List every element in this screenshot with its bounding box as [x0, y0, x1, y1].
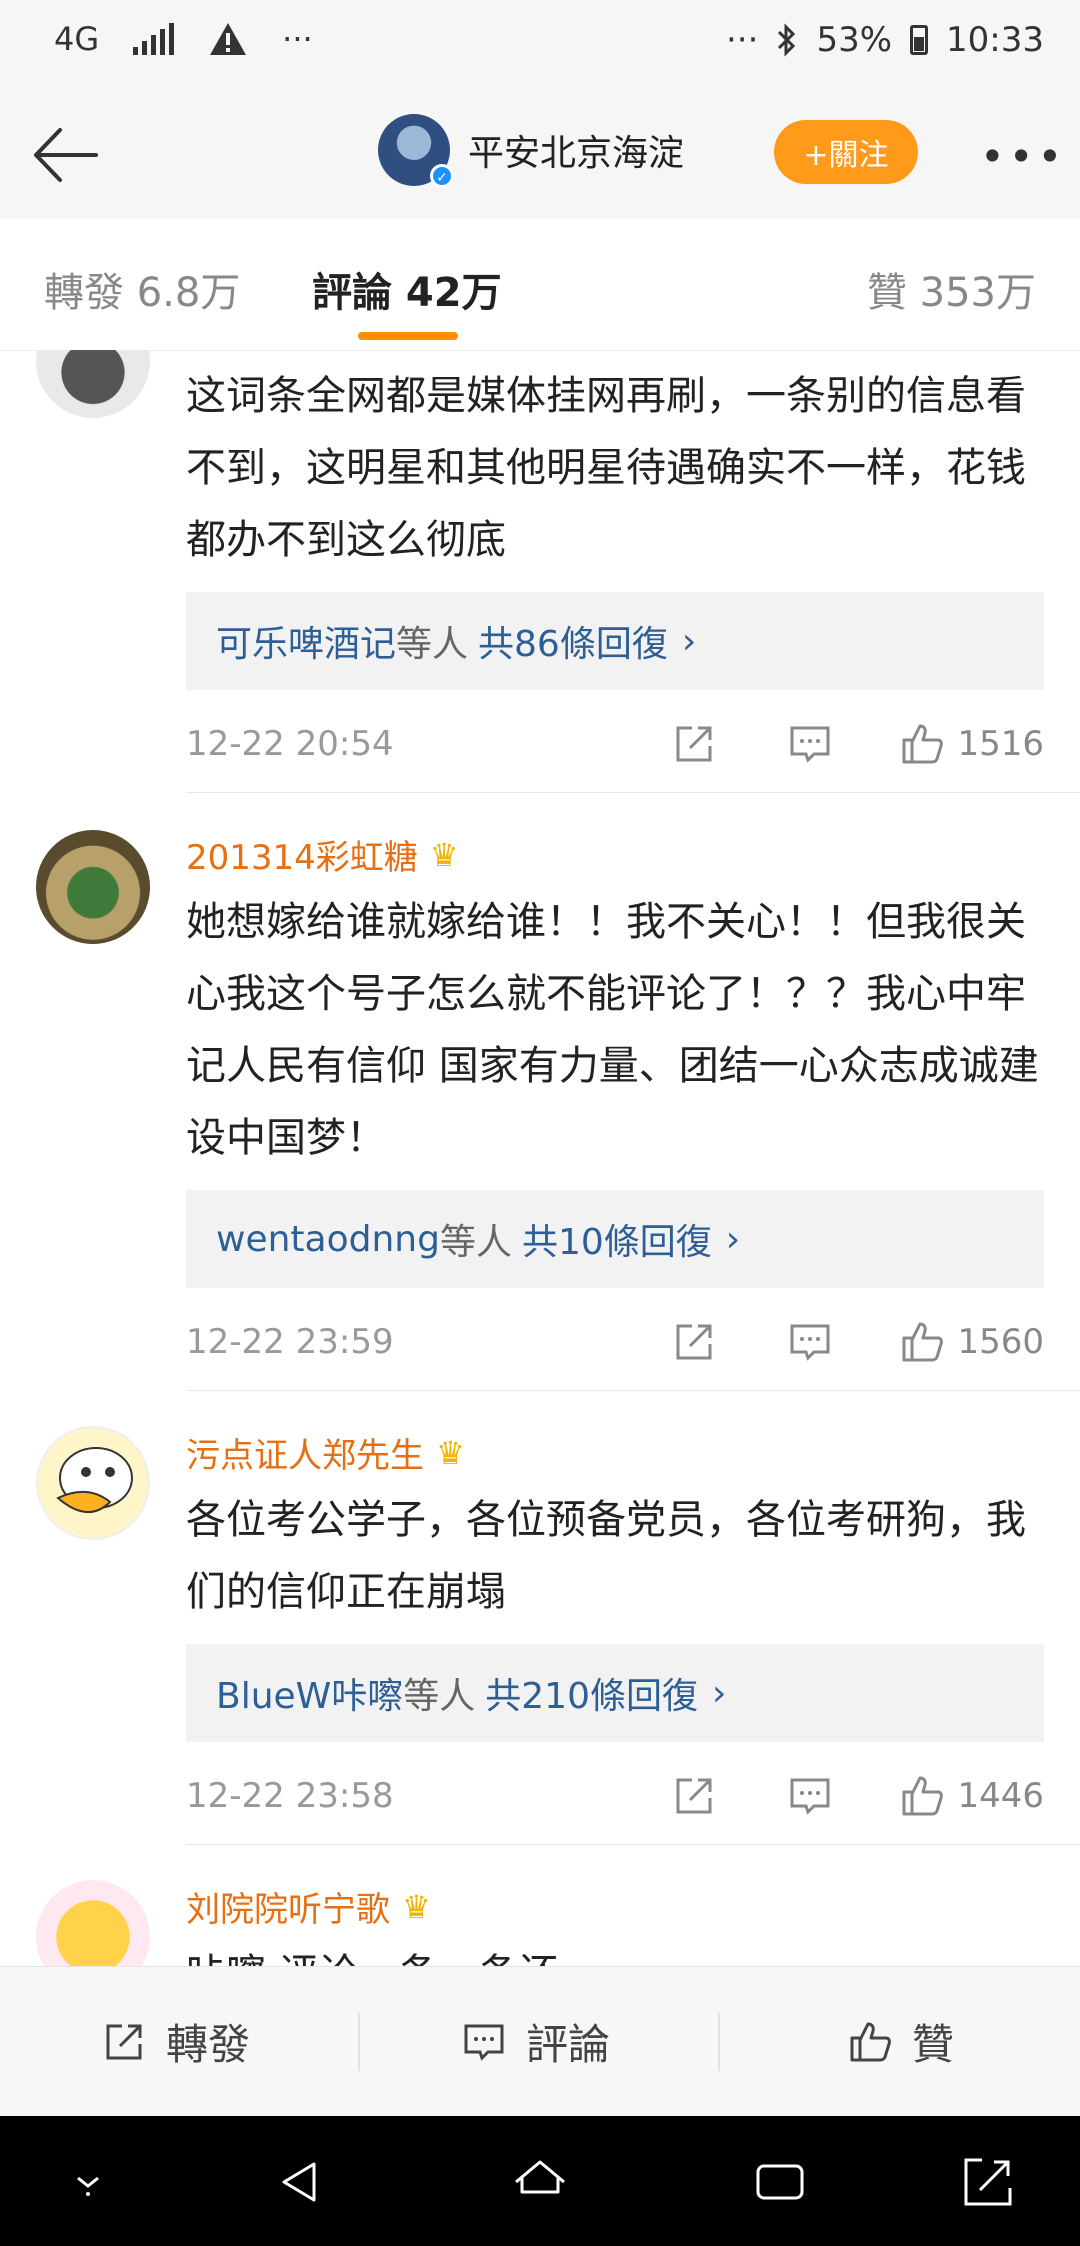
reply-count: 共10條回復 — [521, 1222, 712, 1263]
bluetooth-icon — [778, 23, 796, 57]
account-name[interactable]: 平安北京海淀 — [468, 124, 684, 176]
repost-icon — [106, 2024, 142, 2059]
comment-text: 咔嚓 评论一条一条还 — [186, 1938, 1046, 1966]
comment-time: 12-22 23:59 — [186, 1322, 394, 1362]
duck-avatar-icon — [56, 1447, 133, 1514]
comment-username[interactable]: 刘院院听宁歌 ♛ — [186, 1882, 431, 1931]
comment-time: 12-22 23:58 — [186, 1776, 394, 1816]
recent-apps-icon[interactable] — [750, 2152, 810, 2212]
crown-icon: ♛ — [436, 1433, 465, 1472]
like-count: 1446 — [957, 1776, 1044, 1816]
system-nav-bar — [0, 2116, 1080, 2246]
comment-avatar[interactable] — [36, 1426, 150, 1540]
title-bar: ✓ 平安北京海淀 +關注 ••• — [0, 92, 1080, 219]
share-icon[interactable] — [670, 1318, 718, 1366]
repost-label: 轉發 — [166, 2020, 251, 2069]
comment-icon[interactable] — [786, 1772, 834, 1820]
share-icon[interactable] — [670, 720, 718, 768]
comment-icon[interactable] — [786, 720, 834, 768]
tab-bar: 轉發 6.8万 評論 42万 贊 353万 — [0, 218, 1080, 351]
like-count: 1560 — [957, 1322, 1044, 1362]
like-label: 贊 — [912, 2020, 955, 2069]
follow-button[interactable]: +關注 — [774, 120, 918, 184]
username-text[interactable]: 污点证人郑先生 — [186, 1428, 424, 1477]
status-dots-right: ··· — [726, 20, 759, 60]
comment-icon[interactable] — [786, 1318, 834, 1366]
like-icon[interactable] — [898, 1772, 946, 1820]
back-arrow-icon[interactable] — [30, 120, 100, 190]
network-indicator: 4G — [54, 20, 100, 58]
divider — [186, 792, 1080, 793]
tab-likes[interactable]: 贊 353万 — [867, 260, 1036, 318]
comment-meta: 12-22 23:59 1560 — [186, 1312, 1044, 1372]
comment-replies-link[interactable]: wentaodnng 等人 共10條回復 › — [186, 1190, 1044, 1288]
like-button[interactable]: 贊 — [846, 2011, 954, 2072]
comment-username[interactable]: 污点证人郑先生 ♛ — [186, 1428, 465, 1477]
chevron-right-icon: › — [712, 1672, 727, 1714]
divider — [186, 1844, 1080, 1845]
battery-percent: 53% — [816, 20, 893, 60]
comment-button[interactable]: 評論 — [460, 2011, 610, 2072]
divider — [358, 2013, 360, 2071]
comment-text: 各位考公学子，各位预备党员，各位考研狗，我们的信仰正在崩塌 — [186, 1497, 1026, 1615]
clock: 10:33 — [946, 20, 1044, 60]
battery-icon — [910, 25, 929, 55]
like-icon — [850, 2022, 891, 2061]
comment-text: 她想嫁给谁就嫁给谁！！我不关心！！但我很关心我这个号子怎么就不能评论了！？？我心… — [186, 899, 1039, 1161]
comment-label: 評論 — [526, 2020, 611, 2069]
comment-text: 这词条全网都是媒体挂网再刷，一条别的信息看不到，这明星和其他明星待遇确实不一样，… — [186, 373, 1026, 563]
active-tab-indicator — [358, 332, 458, 340]
home-icon[interactable] — [510, 2152, 570, 2212]
like-count: 1516 — [957, 724, 1044, 764]
status-bar: 4G ··· ··· 53% 10:33 — [0, 0, 1080, 92]
back-triangle-icon[interactable] — [270, 2152, 330, 2212]
reply-users: 可乐啤酒记 — [216, 624, 397, 665]
account-header[interactable]: ✓ 平安北京海淀 — [378, 114, 684, 188]
tab-comments[interactable]: 評論 42万 — [312, 260, 502, 318]
reply-users: wentaodnng — [216, 1218, 440, 1260]
comment-time: 12-22 20:54 — [186, 724, 394, 764]
comment-replies-link[interactable]: 可乐啤酒记 等人 共86條回復 › — [186, 592, 1044, 690]
repost-button[interactable]: 轉發 — [100, 2011, 250, 2072]
reply-others: 等人 — [403, 1676, 476, 1717]
signal-icon — [133, 23, 175, 55]
reply-count: 共86條回復 — [478, 624, 668, 665]
chevron-right-icon: › — [725, 1218, 741, 1260]
crown-icon: ♛ — [429, 835, 459, 874]
crown-icon: ♛ — [402, 1887, 431, 1926]
reply-count: 共210條回復 — [485, 1676, 698, 1717]
comment-icon — [464, 2024, 504, 2061]
status-dots-left: ··· — [282, 20, 313, 58]
like-icon[interactable] — [898, 1318, 946, 1366]
reply-others: 等人 — [396, 624, 469, 665]
like-icon[interactable] — [898, 720, 946, 768]
divider — [718, 2013, 720, 2071]
account-avatar[interactable]: ✓ — [378, 114, 454, 188]
comment-replies-link[interactable]: BlueW咔嚓 等人 共210條回復 › — [186, 1644, 1044, 1742]
tab-reposts[interactable]: 轉發 6.8万 — [44, 260, 240, 318]
share-icon[interactable] — [670, 1772, 718, 1820]
more-options-icon[interactable]: ••• — [980, 132, 1066, 181]
reply-others: 等人 — [439, 1222, 512, 1263]
comment-avatar[interactable] — [36, 830, 150, 944]
comment-meta: 12-22 20:54 1516 — [186, 714, 1044, 774]
divider — [186, 1390, 1080, 1391]
chevron-right-icon: › — [681, 620, 697, 662]
expand-icon[interactable] — [958, 2152, 1018, 2212]
reply-users: BlueW咔嚓 — [216, 1676, 404, 1717]
username-text[interactable]: 201314彩虹糖 — [186, 830, 418, 879]
comment-meta: 12-22 23:58 1446 — [186, 1766, 1044, 1826]
warning-icon — [210, 23, 247, 55]
bottom-action-bar: 轉發 評論 贊 — [0, 1966, 1080, 2117]
verified-badge-icon: ✓ — [430, 164, 454, 188]
chevron-down-icon[interactable] — [58, 2152, 118, 2212]
username-text[interactable]: 刘院院听宁歌 — [186, 1882, 390, 1931]
comment-username[interactable]: 201314彩虹糖 ♛ — [186, 830, 458, 879]
